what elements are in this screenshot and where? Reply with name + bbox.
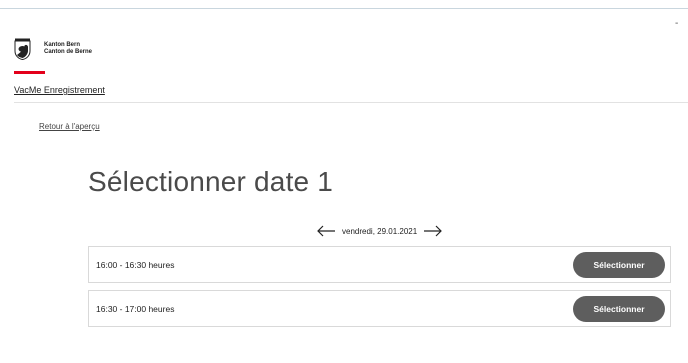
logo-text: Kanton Bern Canton de Berne bbox=[44, 42, 92, 56]
time-slot-row: 16:00 - 16:30 heures Sélectionner bbox=[88, 246, 671, 283]
header-divider bbox=[14, 102, 688, 103]
brand-red-bar bbox=[14, 71, 45, 74]
back-to-overview-link[interactable]: Retour à l'aperçu bbox=[39, 122, 100, 131]
date-navigator: vendredi, 29.01.2021 bbox=[316, 223, 443, 239]
logo-line-1: Kanton Bern bbox=[44, 42, 80, 48]
page-title: Sélectionner date 1 bbox=[88, 166, 334, 197]
time-slot-label: 16:30 - 17:00 heures bbox=[96, 303, 175, 314]
select-slot-button[interactable]: Sélectionner bbox=[573, 251, 665, 278]
logo-line-2: Canton de Berne bbox=[44, 49, 93, 55]
select-slot-button[interactable]: Sélectionner bbox=[573, 295, 665, 322]
current-date-label: vendredi, 29.01.2021 bbox=[342, 226, 418, 236]
time-slot-label: 16:00 - 16:30 heures bbox=[96, 259, 175, 270]
top-border-line bbox=[0, 8, 688, 9]
arrow-left-icon[interactable] bbox=[316, 225, 336, 237]
bern-bear-crest-icon bbox=[14, 38, 31, 60]
top-right-mark: - bbox=[675, 18, 679, 29]
app-home-link[interactable]: VacMe Enregistrement bbox=[14, 85, 105, 95]
arrow-right-icon[interactable] bbox=[423, 225, 443, 237]
canton-logo: Kanton Bern Canton de Berne bbox=[14, 38, 92, 60]
time-slot-row: 16:30 - 17:00 heures Sélectionner bbox=[88, 290, 671, 327]
